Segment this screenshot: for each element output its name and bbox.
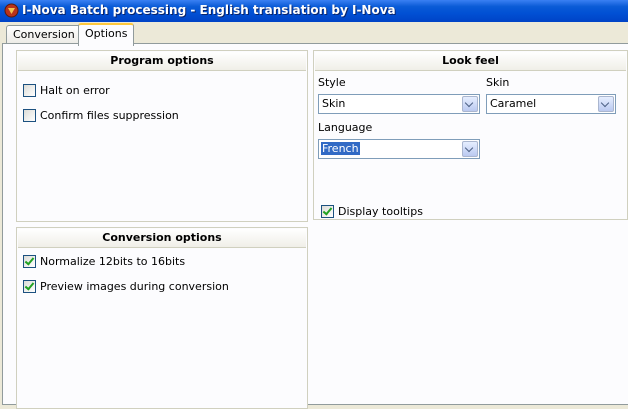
language-select-value: French [321,142,360,155]
confirm-files-suppression-checkbox[interactable] [23,108,36,122]
confirm-files-suppression-option[interactable]: Confirm files suppression [23,108,179,123]
preview-images-option[interactable]: Preview images during conversion [23,279,229,294]
halt-on-error-label: Halt on error [40,84,110,97]
halt-on-error-option[interactable]: Halt on error [23,83,110,98]
display-tooltips-option[interactable]: Display tooltips [321,204,423,219]
app-icon[interactable] [4,3,19,18]
tab-conversion[interactable]: Conversion [6,25,82,44]
program-options-panel: Program options Halt on error Confirm fi… [16,50,308,222]
halt-on-error-checkbox[interactable] [23,83,36,97]
confirm-files-suppression-label: Confirm files suppression [40,109,179,122]
tab-strip: Conversion Options [0,22,628,46]
window-title: I-Nova Batch processing - English transl… [22,3,396,17]
normalize-12bits-option[interactable]: Normalize 12bits to 16bits [23,254,186,269]
skin-label: Skin [486,76,510,89]
style-label: Style [318,76,346,89]
look-feel-title: Look feel [315,52,626,71]
look-feel-panel: Look feel Style Skin Skin Caramel Langua… [313,50,628,220]
display-tooltips-checkbox[interactable] [321,204,334,218]
conversion-options-panel: Conversion options Normalize 12bits to 1… [16,227,308,409]
language-select[interactable]: French [318,139,480,159]
title-bar: I-Nova Batch processing - English transl… [0,0,628,22]
chevron-down-icon[interactable] [598,96,614,112]
program-options-title: Program options [18,52,306,71]
style-select-value: Skin [322,97,346,110]
conversion-options-title: Conversion options [18,229,306,248]
display-tooltips-label: Display tooltips [338,205,423,218]
options-tab-page: Program options Halt on error Confirm fi… [2,43,628,409]
normalize-12bits-label: Normalize 12bits to 16bits [40,255,186,268]
skin-select[interactable]: Caramel [486,94,616,114]
language-label: Language [318,121,373,134]
chevron-down-icon[interactable] [462,96,478,112]
preview-images-label: Preview images during conversion [40,280,229,293]
normalize-12bits-checkbox[interactable] [23,254,36,268]
preview-images-checkbox[interactable] [23,279,36,293]
tab-options[interactable]: Options [78,23,135,46]
chevron-down-icon[interactable] [462,141,478,157]
skin-select-value: Caramel [490,97,537,110]
style-select[interactable]: Skin [318,94,480,114]
